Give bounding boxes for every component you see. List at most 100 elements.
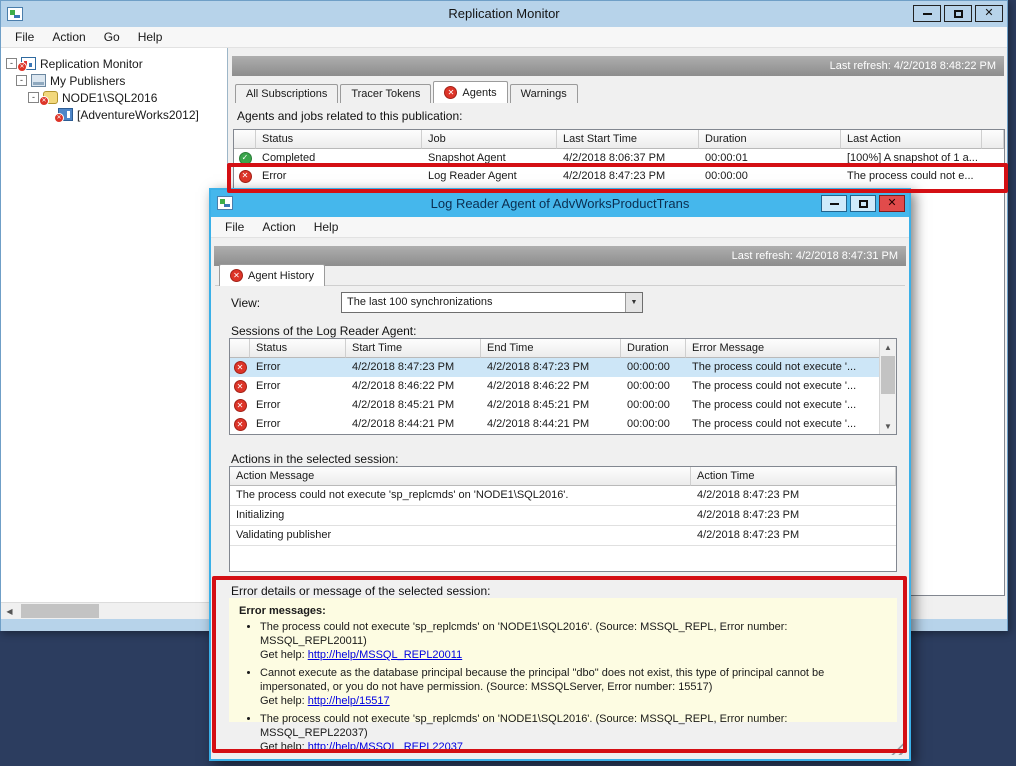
menu-go[interactable]: Go [95, 27, 129, 48]
agents-table-header: Status Job Last Start Time Duration Last… [234, 130, 1004, 149]
success-icon: ✓ [239, 152, 252, 165]
header-end-time[interactable]: End Time [481, 339, 621, 358]
menu-help[interactable]: Help [305, 217, 348, 238]
agent-row-snapshot[interactable]: ✓ Completed Snapshot Agent 4/2/2018 8:06… [234, 149, 1004, 167]
sessions-caption: Sessions of the Log Reader Agent: [231, 324, 416, 338]
actions-table: Action Message Action Time The process c… [229, 466, 897, 572]
dialog-title-bar: Log Reader Agent of AdvWorksProductTrans… [211, 190, 909, 217]
publication-error-icon: ✕ [58, 108, 73, 121]
tree-item-replication-monitor[interactable]: ✕ Replication Monitor [1, 55, 227, 72]
error-icon: ✕ [239, 170, 252, 183]
action-row[interactable]: Initializing 4/2/2018 8:47:23 PM [230, 506, 896, 526]
error-message-item: The process could not execute 'sp_replcm… [260, 620, 887, 662]
tab-all-subscriptions[interactable]: All Subscriptions [235, 84, 338, 103]
header-job[interactable]: Job [422, 130, 557, 149]
agent-history-tabs: ✕ Agent History [219, 264, 327, 286]
error-badge-icon: ✕ [17, 62, 27, 72]
scrollbar-thumb[interactable] [881, 356, 895, 394]
header-action-message[interactable]: Action Message [230, 467, 691, 486]
tree-collapse-icon[interactable] [16, 75, 27, 86]
menu-file[interactable]: File [6, 27, 43, 48]
menu-action[interactable]: Action [253, 217, 304, 238]
close-button[interactable]: ✕ [879, 195, 905, 212]
header-action-time[interactable]: Action Time [691, 467, 896, 486]
action-row[interactable]: Validating publisher 4/2/2018 8:47:23 PM [230, 526, 896, 546]
minimize-button[interactable] [913, 5, 941, 22]
agents-caption: Agents and jobs related to this publicat… [237, 109, 462, 123]
help-link[interactable]: http://help/MSSQL_REPL20011 [308, 649, 463, 661]
tab-warnings[interactable]: Warnings [510, 84, 578, 103]
menu-help[interactable]: Help [129, 27, 172, 48]
chevron-down-icon[interactable]: ▼ [625, 293, 642, 312]
tree-item-my-publishers[interactable]: My Publishers [1, 72, 227, 89]
tab-tracer-tokens[interactable]: Tracer Tokens [340, 84, 431, 103]
publishers-icon [31, 74, 46, 87]
tab-agents[interactable]: ✕ Agents [433, 81, 507, 103]
actions-table-header: Action Message Action Time [230, 467, 896, 486]
minimize-icon [830, 203, 839, 205]
error-icon: ✕ [234, 399, 247, 412]
error-badge-icon: ✕ [39, 96, 49, 106]
header-status[interactable]: Status [256, 130, 422, 149]
error-message-item: The process could not execute 'sp_replcm… [260, 712, 887, 754]
app-icon [7, 7, 23, 21]
agent-row-log-reader[interactable]: ✕ Error Log Reader Agent 4/2/2018 8:47:2… [234, 167, 1004, 185]
error-icon: ✕ [234, 380, 247, 393]
replication-monitor-icon: ✕ [21, 57, 36, 70]
sessions-table-header: Status Start Time End Time Duration Erro… [230, 339, 881, 358]
last-refresh-status: Last refresh: 4/2/2018 8:48:22 PM [232, 56, 1004, 76]
minimize-button[interactable] [821, 195, 847, 212]
tree-collapse-icon[interactable] [28, 92, 39, 103]
tree-collapse-icon[interactable] [6, 58, 17, 69]
scroll-down-button[interactable]: ▼ [880, 418, 896, 434]
view-dropdown[interactable]: The last 100 synchronizations ▼ [341, 292, 643, 313]
close-button[interactable]: ✕ [975, 5, 1003, 22]
help-link[interactable]: http://help/15517 [308, 695, 390, 707]
error-badge-icon: ✕ [54, 113, 64, 123]
sessions-table: Status Start Time End Time Duration Erro… [229, 338, 897, 435]
scroll-up-button[interactable]: ▲ [880, 339, 896, 355]
header-status-icon[interactable] [230, 339, 250, 358]
header-status[interactable]: Status [250, 339, 346, 358]
view-label: View: [231, 296, 260, 310]
maximize-button[interactable] [944, 5, 972, 22]
view-dropdown-value: The last 100 synchronizations [342, 293, 625, 312]
scrollbar-track[interactable] [18, 603, 209, 619]
log-reader-agent-dialog: Log Reader Agent of AdvWorksProductTrans… [209, 188, 911, 761]
header-duration[interactable]: Duration [621, 339, 686, 358]
tab-agent-history[interactable]: ✕ Agent History [219, 264, 325, 286]
session-row[interactable]: ✕ Error 4/2/2018 8:47:23 PM 4/2/2018 8:4… [230, 358, 881, 377]
header-error-message[interactable]: Error Message [686, 339, 881, 358]
server-error-icon: ✕ [43, 91, 58, 104]
error-messages-title: Error messages: [239, 604, 887, 618]
session-row[interactable]: ✕ Error 4/2/2018 8:44:21 PM 4/2/2018 8:4… [230, 415, 881, 434]
actions-caption: Actions in the selected session: [231, 452, 398, 466]
header-last-start-time[interactable]: Last Start Time [557, 130, 699, 149]
maximize-icon [859, 200, 868, 208]
header-filler [982, 130, 1004, 149]
maximize-button[interactable] [850, 195, 876, 212]
error-messages-list: The process could not execute 'sp_replcm… [245, 620, 887, 754]
tree-item-node1-sql2016[interactable]: ✕ NODE1\SQL2016 [1, 89, 227, 106]
header-last-action[interactable]: Last Action [841, 130, 982, 149]
error-icon: ✕ [234, 361, 247, 374]
menu-action[interactable]: Action [43, 27, 94, 48]
resize-grip[interactable] [891, 741, 905, 755]
header-duration[interactable]: Duration [699, 130, 841, 149]
error-icon: ✕ [444, 86, 457, 99]
minimize-icon [923, 13, 932, 15]
error-icon: ✕ [234, 418, 247, 431]
menu-file[interactable]: File [216, 217, 253, 238]
vertical-scrollbar[interactable]: ▲ ▼ [879, 339, 896, 434]
horizontal-scrollbar[interactable]: ◀ ▶ [1, 602, 226, 619]
error-details-caption: Error details or message of the selected… [231, 584, 490, 598]
help-link[interactable]: http://help/MSSQL_REPL22037 [308, 741, 463, 753]
scroll-left-button[interactable]: ◀ [1, 603, 18, 619]
session-row[interactable]: ✕ Error 4/2/2018 8:45:21 PM 4/2/2018 8:4… [230, 396, 881, 415]
tree-item-adventureworks2012[interactable]: ✕ [AdventureWorks2012] [1, 106, 227, 123]
action-row[interactable]: The process could not execute 'sp_replcm… [230, 486, 896, 506]
header-start-time[interactable]: Start Time [346, 339, 481, 358]
session-row[interactable]: ✕ Error 4/2/2018 8:46:22 PM 4/2/2018 8:4… [230, 377, 881, 396]
scrollbar-thumb[interactable] [21, 604, 99, 618]
header-status-icon[interactable] [234, 130, 256, 149]
